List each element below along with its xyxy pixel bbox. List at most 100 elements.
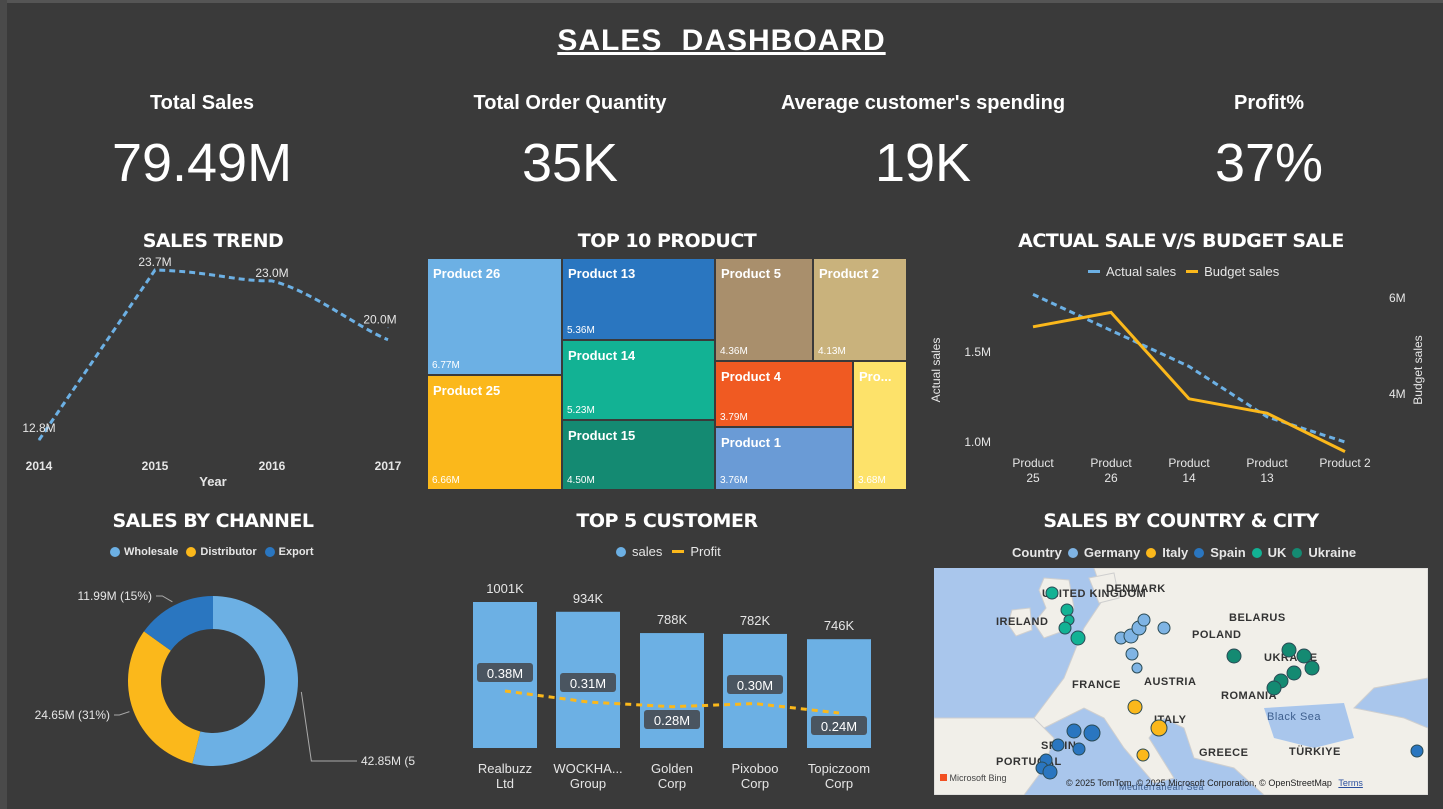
budget-left-axis-title: Actual sales xyxy=(929,338,943,403)
treemap-cell[interactable]: Product 5 4.36M xyxy=(715,258,813,361)
customer-bar-chart[interactable]: 1001K Realbuzz Ltd 934K WOCKHA... Group 788K Go… xyxy=(430,570,910,795)
ukraine-legend-label: Ukraine xyxy=(1308,545,1357,560)
trend-data-label: 23.0M xyxy=(255,266,288,280)
city-bubble-ukraine xyxy=(1296,648,1312,664)
city-bubble-spain xyxy=(1066,723,1082,739)
wholesale-legend-label: Wholesale xyxy=(124,546,179,558)
budget-x-tick: Product 2 xyxy=(1319,456,1371,470)
customer-x-tick: Pixoboo Corp xyxy=(732,761,779,791)
microsoft-logo-icon xyxy=(940,774,947,781)
map-terms-link[interactable]: Terms xyxy=(1338,778,1363,788)
donut-leader-line xyxy=(300,691,357,762)
budget-legend: Actual sales Budget sales xyxy=(1088,264,1279,279)
trend-point xyxy=(387,327,389,329)
budget-x-tick: Product 14 xyxy=(1168,456,1210,485)
sales-legend-label: sales xyxy=(632,544,663,559)
city-bubble-ukraine xyxy=(1281,642,1297,658)
dashboard-title: SALES DASHBOARD xyxy=(557,24,886,57)
budget-left-tick: 1.5M xyxy=(964,345,991,359)
treemap-cell-value: 4.50M xyxy=(567,475,595,486)
customer-profit-label: 0.24M xyxy=(821,719,857,734)
city-bubble-italy xyxy=(1127,699,1143,715)
budget-x-tick: Product 26 xyxy=(1090,456,1132,485)
city-bubble-uk xyxy=(1060,603,1074,617)
budget-legend-swatch xyxy=(1186,270,1199,273)
kpi-total-sales-label: Total Sales xyxy=(149,92,255,114)
customer-profit-label: 0.30M xyxy=(737,678,773,693)
trend-x-tick: 2017 xyxy=(375,459,402,473)
channel-legend: Wholesale Distributor Export xyxy=(110,546,313,558)
budget-right-axis-title: Budget sales xyxy=(1411,335,1425,404)
treemap-cell[interactable]: Product 13 5.36M xyxy=(562,258,715,340)
treemap-cell[interactable]: Product 26 6.77M xyxy=(427,258,562,375)
sales-legend-swatch xyxy=(616,546,626,557)
treemap-cell-name: Product 15 xyxy=(568,428,636,443)
city-bubble-germany xyxy=(1125,647,1139,661)
map-title: SALES BY COUNTRY & CITY xyxy=(1043,510,1319,532)
customer-profit-label: 0.28M xyxy=(654,713,690,728)
city-bubble-ukraine xyxy=(1286,665,1302,681)
trend-data-label: 20.0M xyxy=(363,313,396,327)
customer-legend: sales Profit xyxy=(616,544,721,559)
trend-line xyxy=(37,268,389,441)
distributor-swatch xyxy=(186,547,197,557)
trend-x-tick: 2015 xyxy=(142,459,169,473)
map-legend: Country Germany Italy Spain UK Ukraine xyxy=(1012,545,1356,560)
kpi-total-sales-value: 79.49M xyxy=(111,133,293,193)
budget-left-tick: 1.0M xyxy=(964,435,991,449)
budget-chart[interactable]: Actual sales Budget sales 1.0M 1.5M 4M 6M Prod… xyxy=(925,285,1435,490)
sales-map[interactable]: UNITED KINGDOM DENMARK IRELAND BELARUS P… xyxy=(934,568,1428,795)
treemap-cell[interactable]: Product 4 3.79M xyxy=(715,361,853,427)
treemap-cell-value: 3.68M xyxy=(858,475,886,486)
treemap-cell[interactable]: Pro... 3.68M xyxy=(853,361,907,490)
customer-x-tick: WOCKHA... Group xyxy=(553,761,622,791)
city-bubble-uk xyxy=(1058,621,1072,635)
city-bubble-spain xyxy=(1410,744,1424,758)
top-product-treemap[interactable]: Product 26 6.77M Product 25 6.66M Product 13… xyxy=(427,258,907,490)
map-provider-logo: Microsoft Bing xyxy=(940,773,1007,783)
trend-x-axis-title: Year xyxy=(199,474,226,489)
treemap-cell[interactable]: Product 2 4.13M xyxy=(813,258,907,361)
donut-data-label: 11.99M (15%) xyxy=(78,589,152,603)
treemap-cell[interactable]: Product 14 5.23M xyxy=(562,340,715,420)
kpi-avg-spending-value: 19K xyxy=(874,133,972,193)
kpi-order-quantity-label: Total Order Quantity xyxy=(473,92,667,114)
donut-data-label: 42.85M (54%) xyxy=(361,754,415,768)
customer-sales-bar xyxy=(640,633,704,748)
ukraine-swatch xyxy=(1292,547,1303,558)
customer-x-tick: Topiczoom Corp xyxy=(808,761,870,791)
city-bubble-uk xyxy=(1045,586,1059,600)
customer-sales-label: 746K xyxy=(824,618,855,633)
export-legend-label: Export xyxy=(278,546,314,558)
kpi-profit-label: Profit% xyxy=(1234,92,1304,114)
budget-right-tick: 4M xyxy=(1389,387,1406,401)
spain-legend-label: Spain xyxy=(1210,545,1246,560)
uk-swatch xyxy=(1251,547,1262,558)
map-provider-label: Microsoft Bing xyxy=(949,773,1007,783)
channel-donut-chart[interactable]: 42.85M (54%) 24.65M (31%) 11.99M (15%) xyxy=(15,570,415,790)
treemap-cell-name: Product 2 xyxy=(819,266,879,281)
sales-trend-chart[interactable]: 12.8M 2014 23.7M 2015 23.0M 2016 20.0M 2017 Year xyxy=(15,255,415,495)
kpi-profit-value: 37% xyxy=(1214,133,1324,193)
treemap-cell[interactable]: Product 15 4.50M xyxy=(562,420,715,490)
treemap-cell[interactable]: Product 25 6.66M xyxy=(427,375,562,490)
customer-title: TOP 5 CUSTOMER xyxy=(576,510,758,532)
treemap-cell[interactable]: Product 1 3.76M xyxy=(715,427,853,490)
customer-sales-label: 1001K xyxy=(486,581,524,596)
treemap-cell-name: Product 13 xyxy=(568,266,636,281)
budget-x-tick: Product 13 xyxy=(1246,456,1288,485)
donut-slice xyxy=(128,631,201,764)
treemap-cell-name: Pro... xyxy=(859,369,892,384)
kpi-order-quantity-value: 35K xyxy=(521,133,619,193)
spain-swatch xyxy=(1194,547,1205,558)
window-left-border xyxy=(0,0,7,809)
wholesale-swatch xyxy=(110,547,120,557)
map-legend-title: Country xyxy=(1012,545,1062,560)
uk-legend-label: UK xyxy=(1267,545,1287,560)
city-bubble-italy xyxy=(1136,748,1150,762)
treemap-cell-name: Product 5 xyxy=(721,266,781,281)
budget-legend-label: Budget sales xyxy=(1204,264,1280,279)
germany-legend-label: Germany xyxy=(1083,545,1141,560)
treemap-cell-value: 3.79M xyxy=(720,412,748,423)
treemap-cell-name: Product 26 xyxy=(433,266,501,281)
